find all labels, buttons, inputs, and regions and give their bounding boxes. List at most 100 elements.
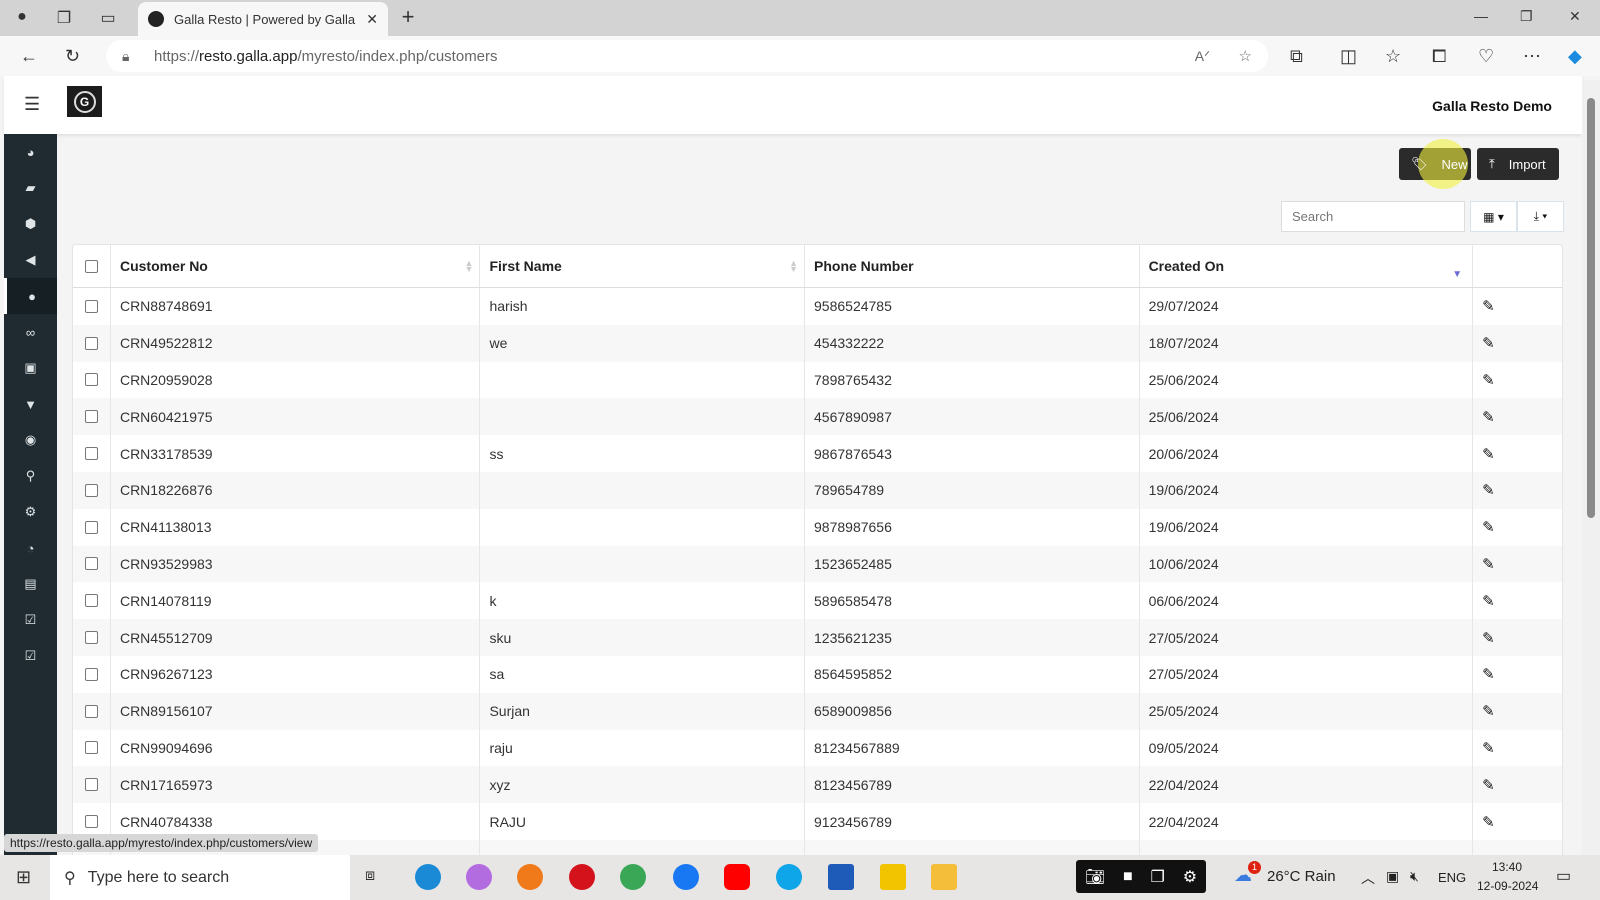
extensions-icon[interactable]: ⧉ [1290, 46, 1303, 67]
brand-name[interactable]: Galla Resto Demo [1432, 98, 1552, 114]
row-checkbox[interactable] [84, 741, 98, 755]
edit-icon[interactable]: ✎ [1482, 481, 1495, 499]
scrollbar-thumb[interactable] [1587, 98, 1595, 518]
row-checkbox[interactable] [84, 704, 98, 718]
sidebar-dashboard-icon[interactable]: ◕ [4, 134, 57, 170]
close-window-icon[interactable]: ✕ [1569, 8, 1581, 25]
sidebar-bullhorn-icon[interactable]: ◀ [4, 242, 57, 278]
sidebar-users-icon[interactable]: ◉ [4, 422, 57, 458]
app-logo[interactable]: G [67, 86, 102, 117]
edit-icon[interactable]: ✎ [1482, 665, 1495, 683]
edit-icon[interactable]: ✎ [1482, 629, 1495, 647]
row-checkbox[interactable] [84, 667, 98, 681]
language-indicator[interactable]: ENG [1438, 870, 1466, 885]
column-header-created-on[interactable]: Created On ▼ [1140, 245, 1474, 287]
favorites-icon[interactable]: ☆ [1385, 46, 1401, 67]
task-view-icon[interactable]: ⧈ [365, 867, 375, 885]
recorder-icon[interactable] [569, 864, 595, 890]
sidebar-user-circle-icon[interactable]: ● [4, 278, 57, 314]
clock-date[interactable]: 12-09-2024 [1477, 879, 1538, 893]
tray-chevron-icon[interactable]: ︿ [1361, 868, 1375, 888]
refresh-icon[interactable]: ↻ [65, 46, 80, 67]
camera-icon[interactable]: 📷︎ [1085, 867, 1105, 887]
row-checkbox[interactable] [84, 520, 98, 534]
table-row[interactable]: CRN60421975 4567890987 25/06/2024 ✎ [73, 398, 1562, 436]
sidebar-gear-icon[interactable]: ⚙ [4, 494, 57, 530]
row-checkbox[interactable] [84, 778, 98, 792]
favorite-star-icon[interactable]: ☆ [1239, 47, 1252, 65]
edit-icon[interactable]: ✎ [1482, 518, 1495, 536]
url-field[interactable]: 🔒︎ https://resto.galla.app/myresto/index… [106, 40, 1268, 72]
row-checkbox[interactable] [84, 631, 98, 645]
sidebar-check-square-icon[interactable]: ☑ [4, 602, 57, 638]
network-icon[interactable]: ▣ [1386, 868, 1399, 885]
firefox-icon[interactable] [517, 864, 543, 890]
import-button[interactable]: ⤒ Import [1477, 148, 1559, 180]
table-row[interactable]: CRN99094696 raju 81234567889 09/05/2024 ✎ [73, 729, 1562, 767]
store-icon[interactable] [828, 864, 854, 890]
row-checkbox[interactable] [84, 815, 98, 829]
edit-icon[interactable]: ✎ [1482, 702, 1495, 720]
file-explorer-icon[interactable] [931, 864, 957, 890]
settings-icon[interactable]: ⚙ [1183, 867, 1197, 887]
table-row[interactable]: CRN14078119 k 5896585478 06/06/2024 ✎ [73, 582, 1562, 620]
table-row[interactable]: CRN49522812 we 454332222 18/07/2024 ✎ [73, 324, 1562, 362]
edit-icon[interactable]: ✎ [1482, 445, 1495, 463]
hamburger-menu-icon[interactable]: ☰ [24, 94, 40, 115]
notifications-icon[interactable]: ▭ [1556, 866, 1571, 886]
table-row[interactable]: CRN93529983 1523652485 10/06/2024 ✎ [73, 545, 1562, 583]
chrome-icon[interactable] [620, 864, 646, 890]
column-header-first-name[interactable]: First Name ▲ ▼ [480, 245, 806, 287]
vertical-tabs-icon[interactable]: ▭ [98, 8, 118, 28]
sidebar-check-square-2-icon[interactable]: ☑ [4, 638, 57, 674]
windows-start-icon[interactable]: ⊞ [16, 867, 31, 888]
skype-icon[interactable] [776, 864, 802, 890]
collections-icon[interactable]: ⧠ [1432, 46, 1446, 67]
edit-icon[interactable]: ✎ [1482, 776, 1495, 794]
workspaces-icon[interactable]: ❐ [54, 8, 74, 28]
sidebar-cube-icon[interactable]: ⬢ [4, 206, 57, 242]
sidebar-gift-icon[interactable]: ▣ [4, 350, 57, 386]
table-row[interactable]: CRN89156107 Surjan 6589009856 25/05/2024 ✎ [73, 692, 1562, 730]
page-scrollbar[interactable] [1582, 80, 1600, 855]
sidebar-money-icon[interactable]: ▤ [4, 566, 57, 602]
row-checkbox[interactable] [84, 594, 98, 608]
taskbar-search[interactable]: ⚲ Type here to search [50, 855, 350, 900]
select-all-checkbox[interactable] [84, 259, 98, 273]
close-tab-icon[interactable]: ✕ [366, 11, 378, 28]
edit-icon[interactable]: ✎ [1482, 297, 1495, 315]
table-row[interactable]: CRN17165973 xyz 8123456789 22/04/2024 ✎ [73, 766, 1562, 804]
window-icon[interactable]: ❐ [1151, 867, 1165, 887]
copilot-app-icon[interactable] [466, 864, 492, 890]
table-row[interactable]: CRN88748691 harish 9586524785 29/07/2024 ✎ [73, 288, 1562, 325]
table-row[interactable]: CRN96267123 sa 8564595852 27/05/2024 ✎ [73, 655, 1562, 693]
row-checkbox[interactable] [84, 483, 98, 497]
sidebar-pie-chart-icon[interactable]: ◔ [4, 530, 57, 566]
table-row[interactable]: CRN45512709 sku 1235621235 27/05/2024 ✎ [73, 619, 1562, 656]
search-input[interactable] [1281, 201, 1465, 232]
table-row[interactable]: CRN33178539 ss 9867876543 20/06/2024 ✎ [73, 435, 1562, 472]
edit-icon[interactable]: ✎ [1482, 813, 1495, 831]
row-checkbox[interactable] [84, 557, 98, 571]
new-tab-icon[interactable]: + [398, 4, 418, 29]
new-button[interactable]: 🏷︎ New [1399, 139, 1471, 189]
edit-icon[interactable]: ✎ [1482, 592, 1495, 610]
edit-icon[interactable]: ✎ [1482, 408, 1495, 426]
volume-muted-icon[interactable]: 🔇︎ [1410, 868, 1419, 885]
edge-icon[interactable] [415, 864, 441, 890]
sidebar-handshake-icon[interactable]: ∞ [4, 314, 57, 350]
sidebar-basket-icon[interactable]: ▼ [4, 386, 57, 422]
columns-toggle-button[interactable]: ▦ ▾ [1470, 201, 1517, 232]
row-checkbox[interactable] [84, 410, 98, 424]
restore-icon[interactable]: ❐ [1520, 8, 1533, 25]
weather-text[interactable]: 26°C Rain [1267, 868, 1336, 885]
back-icon[interactable]: ← [20, 46, 38, 67]
minimize-icon[interactable]: — [1474, 8, 1488, 24]
row-checkbox[interactable] [84, 336, 98, 350]
sidebar-folder-icon[interactable]: ▰ [4, 170, 57, 206]
more-menu-icon[interactable]: ⋯ [1523, 46, 1541, 67]
edit-icon[interactable]: ✎ [1482, 739, 1495, 757]
app-icon[interactable] [880, 864, 906, 890]
edit-icon[interactable]: ✎ [1482, 371, 1495, 389]
table-row[interactable]: CRN18226876 789654789 19/06/2024 ✎ [73, 471, 1562, 509]
